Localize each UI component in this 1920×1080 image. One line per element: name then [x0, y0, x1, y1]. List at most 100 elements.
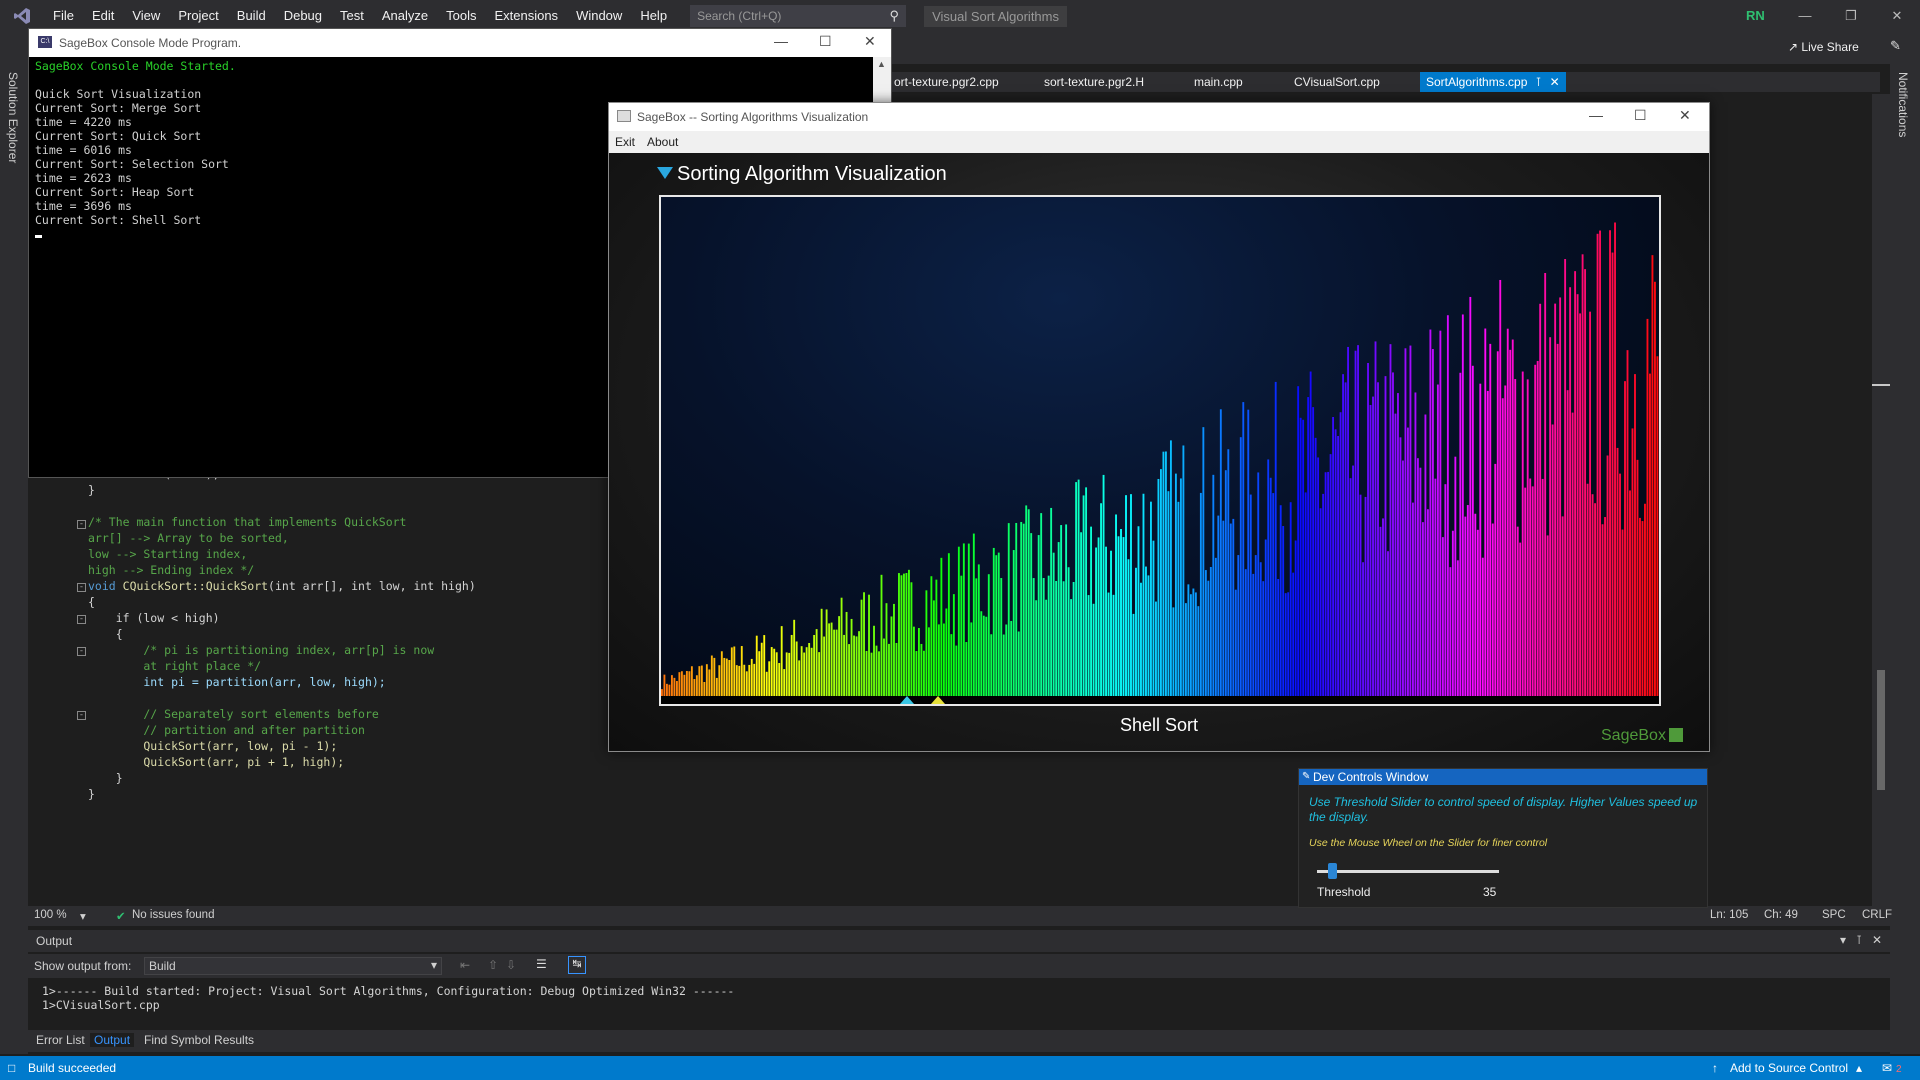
- prev-message-icon[interactable]: ⇧: [488, 958, 498, 972]
- notifications-tab[interactable]: Notifications: [1896, 72, 1910, 137]
- code-line: high --> Ending index */: [88, 563, 255, 577]
- sort-bar: [937, 624, 940, 696]
- sort-bar: [825, 609, 828, 696]
- sagebox-close-icon[interactable]: ✕: [1679, 107, 1691, 124]
- sort-bar: [1267, 459, 1270, 696]
- sort-bar: [1521, 371, 1524, 696]
- sagebox-titlebar[interactable]: SageBox -- Sorting Algorithms Visualizat…: [609, 103, 1709, 131]
- sort-bar: [720, 651, 723, 696]
- solution-explorer-tab[interactable]: Solution Explorer: [6, 72, 20, 163]
- console-minimize-icon[interactable]: —: [774, 33, 788, 49]
- code-line: // partition and after partition: [88, 723, 365, 737]
- sort-bar: [1337, 435, 1340, 696]
- sagebox-window[interactable]: SageBox -- Sorting Algorithms Visualizat…: [608, 102, 1710, 752]
- user-avatar[interactable]: RN: [1746, 8, 1765, 23]
- threshold-slider-track[interactable]: [1317, 870, 1499, 873]
- sagebox-minimize-icon[interactable]: —: [1589, 107, 1603, 123]
- menu-about[interactable]: About: [647, 135, 678, 149]
- sort-bar: [1451, 530, 1454, 696]
- notification-bell-icon[interactable]: ✉: [1882, 1061, 1892, 1075]
- tab-sortalgorithms-cpp[interactable]: SortAlgorithms.cpp ⊺ ✕: [1420, 72, 1566, 92]
- zoom-dropdown-icon[interactable]: ▾: [80, 909, 86, 923]
- sort-bar: [1446, 315, 1449, 696]
- editor-scrollbar[interactable]: [1872, 94, 1890, 906]
- console-line: time = 3696 ms: [35, 199, 132, 213]
- sort-bar: [1486, 390, 1489, 696]
- feedback-icon[interactable]: ✎: [1890, 38, 1901, 54]
- panel-pin-icon[interactable]: ⊺: [1856, 933, 1862, 947]
- tab-error-list[interactable]: Error List: [32, 1033, 89, 1047]
- sort-bar: [1634, 374, 1636, 696]
- console-maximize-icon[interactable]: ☐: [819, 33, 832, 50]
- dev-controls-window[interactable]: ✎ Dev Controls Window Use Threshold Slid…: [1298, 768, 1708, 908]
- threshold-slider-thumb[interactable]: [1327, 863, 1337, 879]
- tab-sort-texture-cpp[interactable]: ort-texture.pgr2.cpp: [888, 72, 1005, 92]
- sort-bar: [1496, 351, 1499, 696]
- current-sort-name: Shell Sort: [1119, 715, 1199, 735]
- sort-bar: [1372, 396, 1374, 696]
- search-input[interactable]: Search (Ctrl+Q) ⚲: [690, 5, 907, 27]
- sort-bar: [930, 576, 933, 696]
- console-close-icon[interactable]: ✕: [864, 33, 876, 50]
- add-to-source-control[interactable]: Add to Source Control: [1730, 1061, 1848, 1075]
- sagebox-maximize-icon[interactable]: ☐: [1634, 107, 1647, 124]
- fold-toggle[interactable]: -: [77, 615, 86, 624]
- sort-bar: [1262, 581, 1265, 696]
- find-message-icon[interactable]: ⇤: [460, 958, 470, 972]
- sort-bar: [1644, 503, 1646, 696]
- tab-close-icon[interactable]: ✕: [1550, 75, 1560, 89]
- sort-bar: [1172, 607, 1175, 696]
- fold-toggle[interactable]: -: [77, 647, 86, 656]
- menu-exit[interactable]: Exit: [615, 135, 635, 149]
- sort-bar: [1397, 393, 1399, 696]
- sort-bar: [1012, 550, 1015, 696]
- sort-bar: [675, 681, 678, 696]
- console-line: time = 2623 ms: [35, 171, 132, 185]
- sort-bar: [1282, 526, 1285, 696]
- threshold-label: Threshold: [1317, 885, 1371, 899]
- sort-bar: [1626, 350, 1629, 696]
- sort-bar: [845, 611, 848, 696]
- line-number: Ln: 105: [1710, 909, 1749, 921]
- sort-bar: [1469, 296, 1472, 696]
- sort-bar: [995, 555, 998, 696]
- scrollbar-thumb[interactable]: [1877, 670, 1885, 790]
- sort-bar: [1254, 555, 1257, 696]
- sort-bar: [1324, 472, 1327, 696]
- panel-menu-icon[interactable]: ▾: [1840, 933, 1846, 947]
- clear-all-icon[interactable]: ☰: [536, 957, 547, 971]
- sort-bar: [768, 661, 771, 696]
- live-share-icon: ↗: [1788, 40, 1802, 54]
- close-icon[interactable]: ✕: [1874, 0, 1920, 32]
- issues-status[interactable]: No issues found: [132, 909, 214, 921]
- sort-bar: [678, 672, 681, 696]
- zoom-level[interactable]: 100 %: [34, 909, 67, 921]
- minimize-icon[interactable]: —: [1782, 0, 1828, 32]
- sort-bar: [1312, 407, 1315, 696]
- sagebox-cube-icon: [1668, 728, 1683, 742]
- tab-sort-texture-h[interactable]: sort-texture.pgr2.H: [1038, 72, 1150, 92]
- tab-cvisualsort-cpp[interactable]: CVisualSort.cpp: [1288, 72, 1386, 92]
- sort-bar: [1636, 459, 1639, 696]
- live-share-button[interactable]: ↗ Live Share: [1788, 40, 1859, 54]
- restore-icon[interactable]: ❐: [1828, 0, 1874, 32]
- tab-find-symbol-results[interactable]: Find Symbol Results: [140, 1033, 258, 1047]
- tab-main-cpp[interactable]: main.cpp: [1188, 72, 1249, 92]
- search-icon: ⚲: [889, 8, 900, 23]
- console-titlebar[interactable]: C:\ SageBox Console Mode Program. — ☐ ✕: [29, 29, 891, 57]
- word-wrap-icon[interactable]: ↹: [568, 956, 586, 974]
- next-message-icon[interactable]: ⇩: [506, 958, 516, 972]
- panel-close-icon[interactable]: ✕: [1872, 933, 1882, 947]
- fold-toggle[interactable]: -: [77, 520, 86, 529]
- threshold-help-text: Use Threshold Slider to control speed of…: [1309, 795, 1698, 824]
- sort-bar: [1604, 517, 1606, 696]
- pin-icon[interactable]: ⊺: [1535, 75, 1541, 89]
- fold-toggle[interactable]: -: [77, 711, 86, 720]
- output-header: Output ▾ ⊺ ✕: [28, 930, 1890, 952]
- fold-toggle[interactable]: -: [77, 583, 86, 592]
- sort-bar: [1499, 279, 1502, 696]
- sort-bar: [1040, 513, 1043, 696]
- tab-output[interactable]: Output: [90, 1033, 135, 1047]
- output-source-select[interactable]: Build ▾: [144, 957, 442, 975]
- scroll-up-icon[interactable]: ▲: [877, 59, 886, 69]
